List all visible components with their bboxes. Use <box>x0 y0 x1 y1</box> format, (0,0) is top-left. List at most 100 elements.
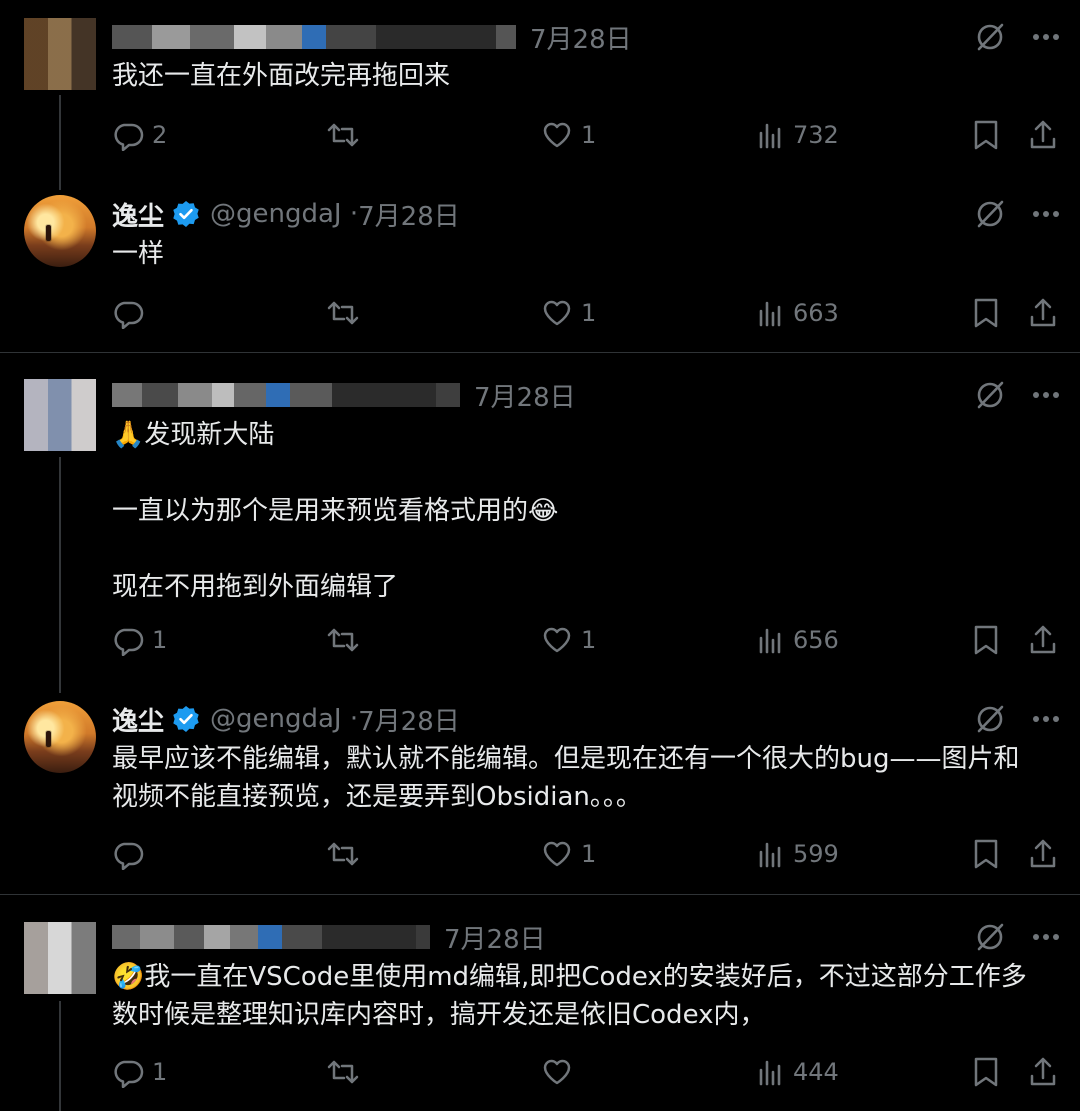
reply-button[interactable]: 1 <box>112 624 167 656</box>
like-count: 1 <box>581 840 597 868</box>
redacted-username <box>112 925 430 949</box>
reply-count: 1 <box>152 626 168 654</box>
views-button[interactable]: 444 <box>757 1058 839 1086</box>
display-name[interactable]: 逸尘 <box>112 196 164 233</box>
tweet-date[interactable]: 7月28日 <box>474 377 576 414</box>
reply-icon <box>114 1060 144 1088</box>
like-button[interactable] <box>541 1056 581 1088</box>
share-button[interactable] <box>1028 1056 1058 1088</box>
more-icon[interactable] <box>1032 391 1060 399</box>
retweet-icon <box>327 301 359 325</box>
bookmark-button[interactable] <box>972 624 1000 656</box>
redacted-username <box>112 383 460 407</box>
like-count: 1 <box>581 121 597 149</box>
like-button[interactable]: 1 <box>541 297 596 329</box>
tweet: 逸尘 @gengdaJ · 7月28日 一样 1 663 <box>0 175 1080 352</box>
share-button[interactable] <box>1028 624 1058 656</box>
tweet: 逸尘 @gengdaJ · 7月28日 最早应该不能编辑，默认就不能编辑。但是现… <box>0 693 1080 893</box>
more-icon[interactable] <box>1032 933 1060 941</box>
like-icon <box>543 1059 571 1085</box>
more-icon[interactable] <box>1032 715 1060 723</box>
grok-icon[interactable] <box>974 198 1006 230</box>
reply-button[interactable]: 2 <box>112 119 167 151</box>
bookmark-button[interactable] <box>972 119 1000 151</box>
reply-button[interactable]: 1 <box>112 1056 167 1088</box>
bookmark-icon <box>974 839 998 869</box>
reply-icon <box>114 301 144 329</box>
more-icon[interactable] <box>1032 210 1060 218</box>
retweet-icon <box>327 123 359 147</box>
bookmark-icon <box>974 298 998 328</box>
tweet-text: 一样 <box>112 239 165 269</box>
display-name[interactable]: 逸尘 <box>112 701 164 738</box>
verified-badge-icon <box>173 201 199 227</box>
reply-button[interactable] <box>112 297 152 329</box>
like-count: 1 <box>581 299 597 327</box>
views-button[interactable]: 732 <box>757 121 839 149</box>
top-icons <box>974 379 1060 411</box>
retweet-button[interactable] <box>326 1056 368 1088</box>
grok-icon[interactable] <box>974 21 1006 53</box>
avatar[interactable] <box>24 18 96 90</box>
handle[interactable]: @gengdaJ · <box>210 199 358 229</box>
grok-icon[interactable] <box>974 379 1006 411</box>
view-count: 656 <box>793 626 839 654</box>
views-button[interactable]: 656 <box>757 626 839 654</box>
avatar[interactable] <box>24 701 96 773</box>
bookmark-button[interactable] <box>972 838 1000 870</box>
retweet-button[interactable] <box>326 838 368 870</box>
view-count: 663 <box>793 299 839 327</box>
action-bar: 1 663 <box>112 293 1060 333</box>
retweet-button[interactable] <box>326 119 368 151</box>
top-icons <box>974 921 1060 953</box>
tweet-date[interactable]: 7月28日 <box>530 19 632 56</box>
views-icon <box>759 123 781 149</box>
like-button[interactable]: 1 <box>541 838 596 870</box>
more-icon[interactable] <box>1032 33 1060 41</box>
bookmark-icon <box>974 120 998 150</box>
bookmark-button[interactable] <box>972 1056 1000 1088</box>
redacted-username <box>112 25 516 49</box>
tweet-date[interactable]: 7月28日 <box>358 196 460 233</box>
avatar[interactable] <box>24 195 96 267</box>
retweet-icon <box>327 842 359 866</box>
views-button[interactable]: 663 <box>757 299 839 327</box>
tweet-header: 逸尘 @gengdaJ · 7月28日 <box>112 699 460 739</box>
tweet: 7月28日 🤣我一直在VSCode里使用md编辑,即把Codex的安装好后，不过… <box>0 895 1080 1111</box>
retweet-button[interactable] <box>326 624 368 656</box>
reply-icon <box>114 628 144 656</box>
like-icon <box>543 841 571 867</box>
share-icon <box>1030 625 1056 654</box>
retweet-button[interactable] <box>326 297 368 329</box>
share-button[interactable] <box>1028 119 1058 151</box>
tweet-text: 🤣我一直在VSCode里使用md编辑,即把Codex的安装好后，不过这部分工作多… <box>112 962 1027 1030</box>
views-button[interactable]: 599 <box>757 840 839 868</box>
views-icon <box>759 842 781 868</box>
tweet-header: 7月28日 <box>112 17 632 57</box>
share-button[interactable] <box>1028 297 1058 329</box>
grok-icon[interactable] <box>974 921 1006 953</box>
grok-icon[interactable] <box>974 703 1006 735</box>
thread-line <box>59 457 61 693</box>
tweet-date[interactable]: 7月28日 <box>358 701 460 738</box>
bookmark-icon <box>974 1057 998 1087</box>
views-icon <box>759 628 781 654</box>
avatar[interactable] <box>24 922 96 994</box>
view-count: 599 <box>793 840 839 868</box>
tweet-header: 逸尘 @gengdaJ · 7月28日 <box>112 194 460 234</box>
share-button[interactable] <box>1028 838 1058 870</box>
avatar[interactable] <box>24 379 96 451</box>
tweet-text: 我还一直在外面改完再拖回来 <box>112 61 451 91</box>
verified-badge-icon <box>173 706 199 732</box>
reply-button[interactable] <box>112 838 152 870</box>
like-button[interactable]: 1 <box>541 624 596 656</box>
handle[interactable]: @gengdaJ · <box>210 704 358 734</box>
tweet-date[interactable]: 7月28日 <box>444 919 546 956</box>
retweet-icon <box>327 628 359 652</box>
view-count: 732 <box>793 121 839 149</box>
action-bar: 1 444 <box>112 1052 1060 1092</box>
like-button[interactable]: 1 <box>541 119 596 151</box>
reply-icon <box>114 842 144 870</box>
bookmark-button[interactable] <box>972 297 1000 329</box>
tweet-text: 🙏发现新大陆 一直以为那个是用来预览看格式用的😂 现在不用拖到外面编辑了 <box>112 420 559 602</box>
